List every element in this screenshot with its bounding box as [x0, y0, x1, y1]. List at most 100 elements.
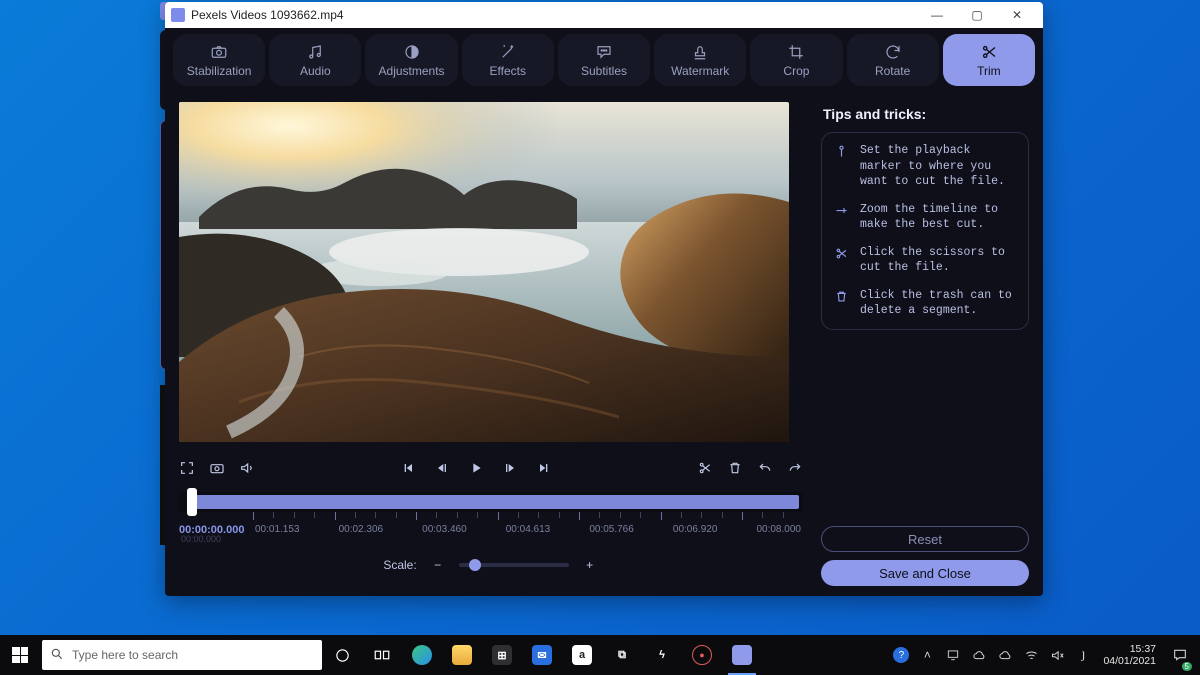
search-placeholder: Type here to search [72, 648, 178, 662]
edge-button[interactable] [402, 635, 442, 675]
camera-icon [209, 460, 225, 476]
scale-slider[interactable] [459, 563, 569, 567]
undo-icon [757, 460, 773, 476]
tick-label: 00:01.153 [255, 524, 300, 535]
clock[interactable]: 15:37 04/01/2021 [1097, 643, 1162, 667]
tab-trim[interactable]: Trim [943, 34, 1035, 86]
volume-button[interactable] [239, 460, 255, 476]
camera-icon [210, 43, 228, 61]
mail-button[interactable]: ✉ [522, 635, 562, 675]
delete-button[interactable] [727, 460, 743, 476]
action-center-button[interactable]: 5 [1164, 635, 1196, 675]
step-forward-button[interactable] [502, 460, 518, 476]
save-label: Save and Close [879, 566, 971, 581]
zoom-icon [832, 202, 850, 233]
reset-label: Reset [908, 532, 942, 547]
tray-icon-1[interactable] [941, 635, 965, 675]
notification-icon [1172, 647, 1188, 663]
tab-audio[interactable]: Audio [269, 34, 361, 86]
store-button[interactable]: ⊞ [482, 635, 522, 675]
amazon-icon: a [572, 645, 592, 665]
dropbox-button[interactable]: ⧉ [602, 635, 642, 675]
onedrive-tray-button[interactable] [967, 635, 991, 675]
scale-decrease-button[interactable]: − [429, 556, 447, 574]
help-icon: ? [893, 647, 909, 663]
tab-label: Audio [300, 64, 331, 78]
tab-label: Rotate [875, 64, 910, 78]
video-preview[interactable] [179, 102, 789, 442]
scale-increase-button[interactable]: + [581, 556, 599, 574]
reset-button[interactable]: Reset [821, 526, 1029, 552]
app-icon [732, 645, 752, 665]
goto-start-button[interactable] [400, 460, 416, 476]
volume-icon [239, 460, 255, 476]
volume-tray-button[interactable] [1045, 635, 1069, 675]
tab-subtitles[interactable]: Subtitles [558, 34, 650, 86]
editor-left-pane: 00:00:00.000 00:01.153 00:02.306 00:03.4… [165, 92, 815, 596]
window-title: Pexels Videos 1093662.mp4 [191, 8, 344, 22]
preview-image [179, 102, 789, 442]
cloud-icon [998, 648, 1013, 663]
taskbar-apps: ⊞ ✉ a ⧉ ϟ ● [322, 635, 762, 675]
plus-icon: + [586, 558, 593, 572]
tip-text: Zoom the timeline to make the best cut. [860, 202, 1018, 233]
undo-button[interactable] [757, 460, 773, 476]
skip-end-icon [536, 460, 552, 476]
tick-label: 00:05.766 [589, 524, 634, 535]
wifi-icon [1024, 648, 1039, 663]
app-button-1[interactable]: ϟ [642, 635, 682, 675]
step-back-button[interactable] [434, 460, 450, 476]
playhead-handle[interactable] [187, 488, 197, 516]
scissors-icon [980, 43, 998, 61]
taskbar: Type here to search ⊞ ✉ a ⧉ ϟ ● ? ˄ ȷ 15… [0, 635, 1200, 675]
cortana-button[interactable] [322, 635, 362, 675]
folder-icon [452, 645, 472, 665]
tray-overflow-button[interactable]: ˄ [915, 635, 939, 675]
crop-icon [787, 43, 805, 61]
maximize-button[interactable]: ▢ [957, 2, 997, 28]
scale-control: Scale: − + [179, 556, 803, 574]
slider-knob[interactable] [469, 559, 481, 571]
start-button[interactable] [0, 635, 40, 675]
timeline-track[interactable] [179, 492, 803, 512]
close-button[interactable]: ✕ [997, 2, 1037, 28]
tab-watermark[interactable]: Watermark [654, 34, 746, 86]
task-view-button[interactable] [362, 635, 402, 675]
tab-rotate[interactable]: Rotate [847, 34, 939, 86]
save-and-close-button[interactable]: Save and Close [821, 560, 1029, 586]
stamp-icon [691, 43, 709, 61]
file-explorer-button[interactable] [442, 635, 482, 675]
help-tray-icon[interactable]: ? [889, 635, 913, 675]
tab-crop[interactable]: Crop [750, 34, 842, 86]
wifi-tray-button[interactable] [1019, 635, 1043, 675]
tab-label: Trim [977, 64, 1001, 78]
tick-label: 00:06.920 [673, 524, 718, 535]
tip-item: Click the trash can to delete a segment. [832, 288, 1018, 319]
minimize-button[interactable]: — [917, 2, 957, 28]
redo-button[interactable] [787, 460, 803, 476]
redo-icon [787, 460, 803, 476]
amazon-button[interactable]: a [562, 635, 602, 675]
chat-icon [595, 43, 613, 61]
play-button[interactable] [468, 460, 484, 476]
taskbar-search[interactable]: Type here to search [42, 640, 322, 670]
tab-effects[interactable]: Effects [462, 34, 554, 86]
app-button-2[interactable]: ● [682, 635, 722, 675]
tip-item: Click the scissors to cut the file. [832, 245, 1018, 276]
tray-icon-2[interactable] [993, 635, 1017, 675]
skip-start-icon [400, 460, 416, 476]
tab-adjustments[interactable]: Adjustments [365, 34, 457, 86]
fullscreen-button[interactable] [179, 460, 195, 476]
notification-badge: 5 [1182, 662, 1192, 671]
titlebar: Pexels Videos 1093662.mp4 — ▢ ✕ [165, 2, 1043, 28]
tab-stabilization[interactable]: Stabilization [173, 34, 265, 86]
play-icon [468, 460, 484, 476]
snapshot-button[interactable] [209, 460, 225, 476]
language-icon: ȷ [1081, 647, 1085, 663]
language-tray-button[interactable]: ȷ [1071, 635, 1095, 675]
cut-button[interactable] [697, 460, 713, 476]
video-editor-taskbar-button[interactable] [722, 635, 762, 675]
timeline-clip[interactable] [191, 495, 799, 509]
minus-icon: − [434, 558, 441, 572]
goto-end-button[interactable] [536, 460, 552, 476]
